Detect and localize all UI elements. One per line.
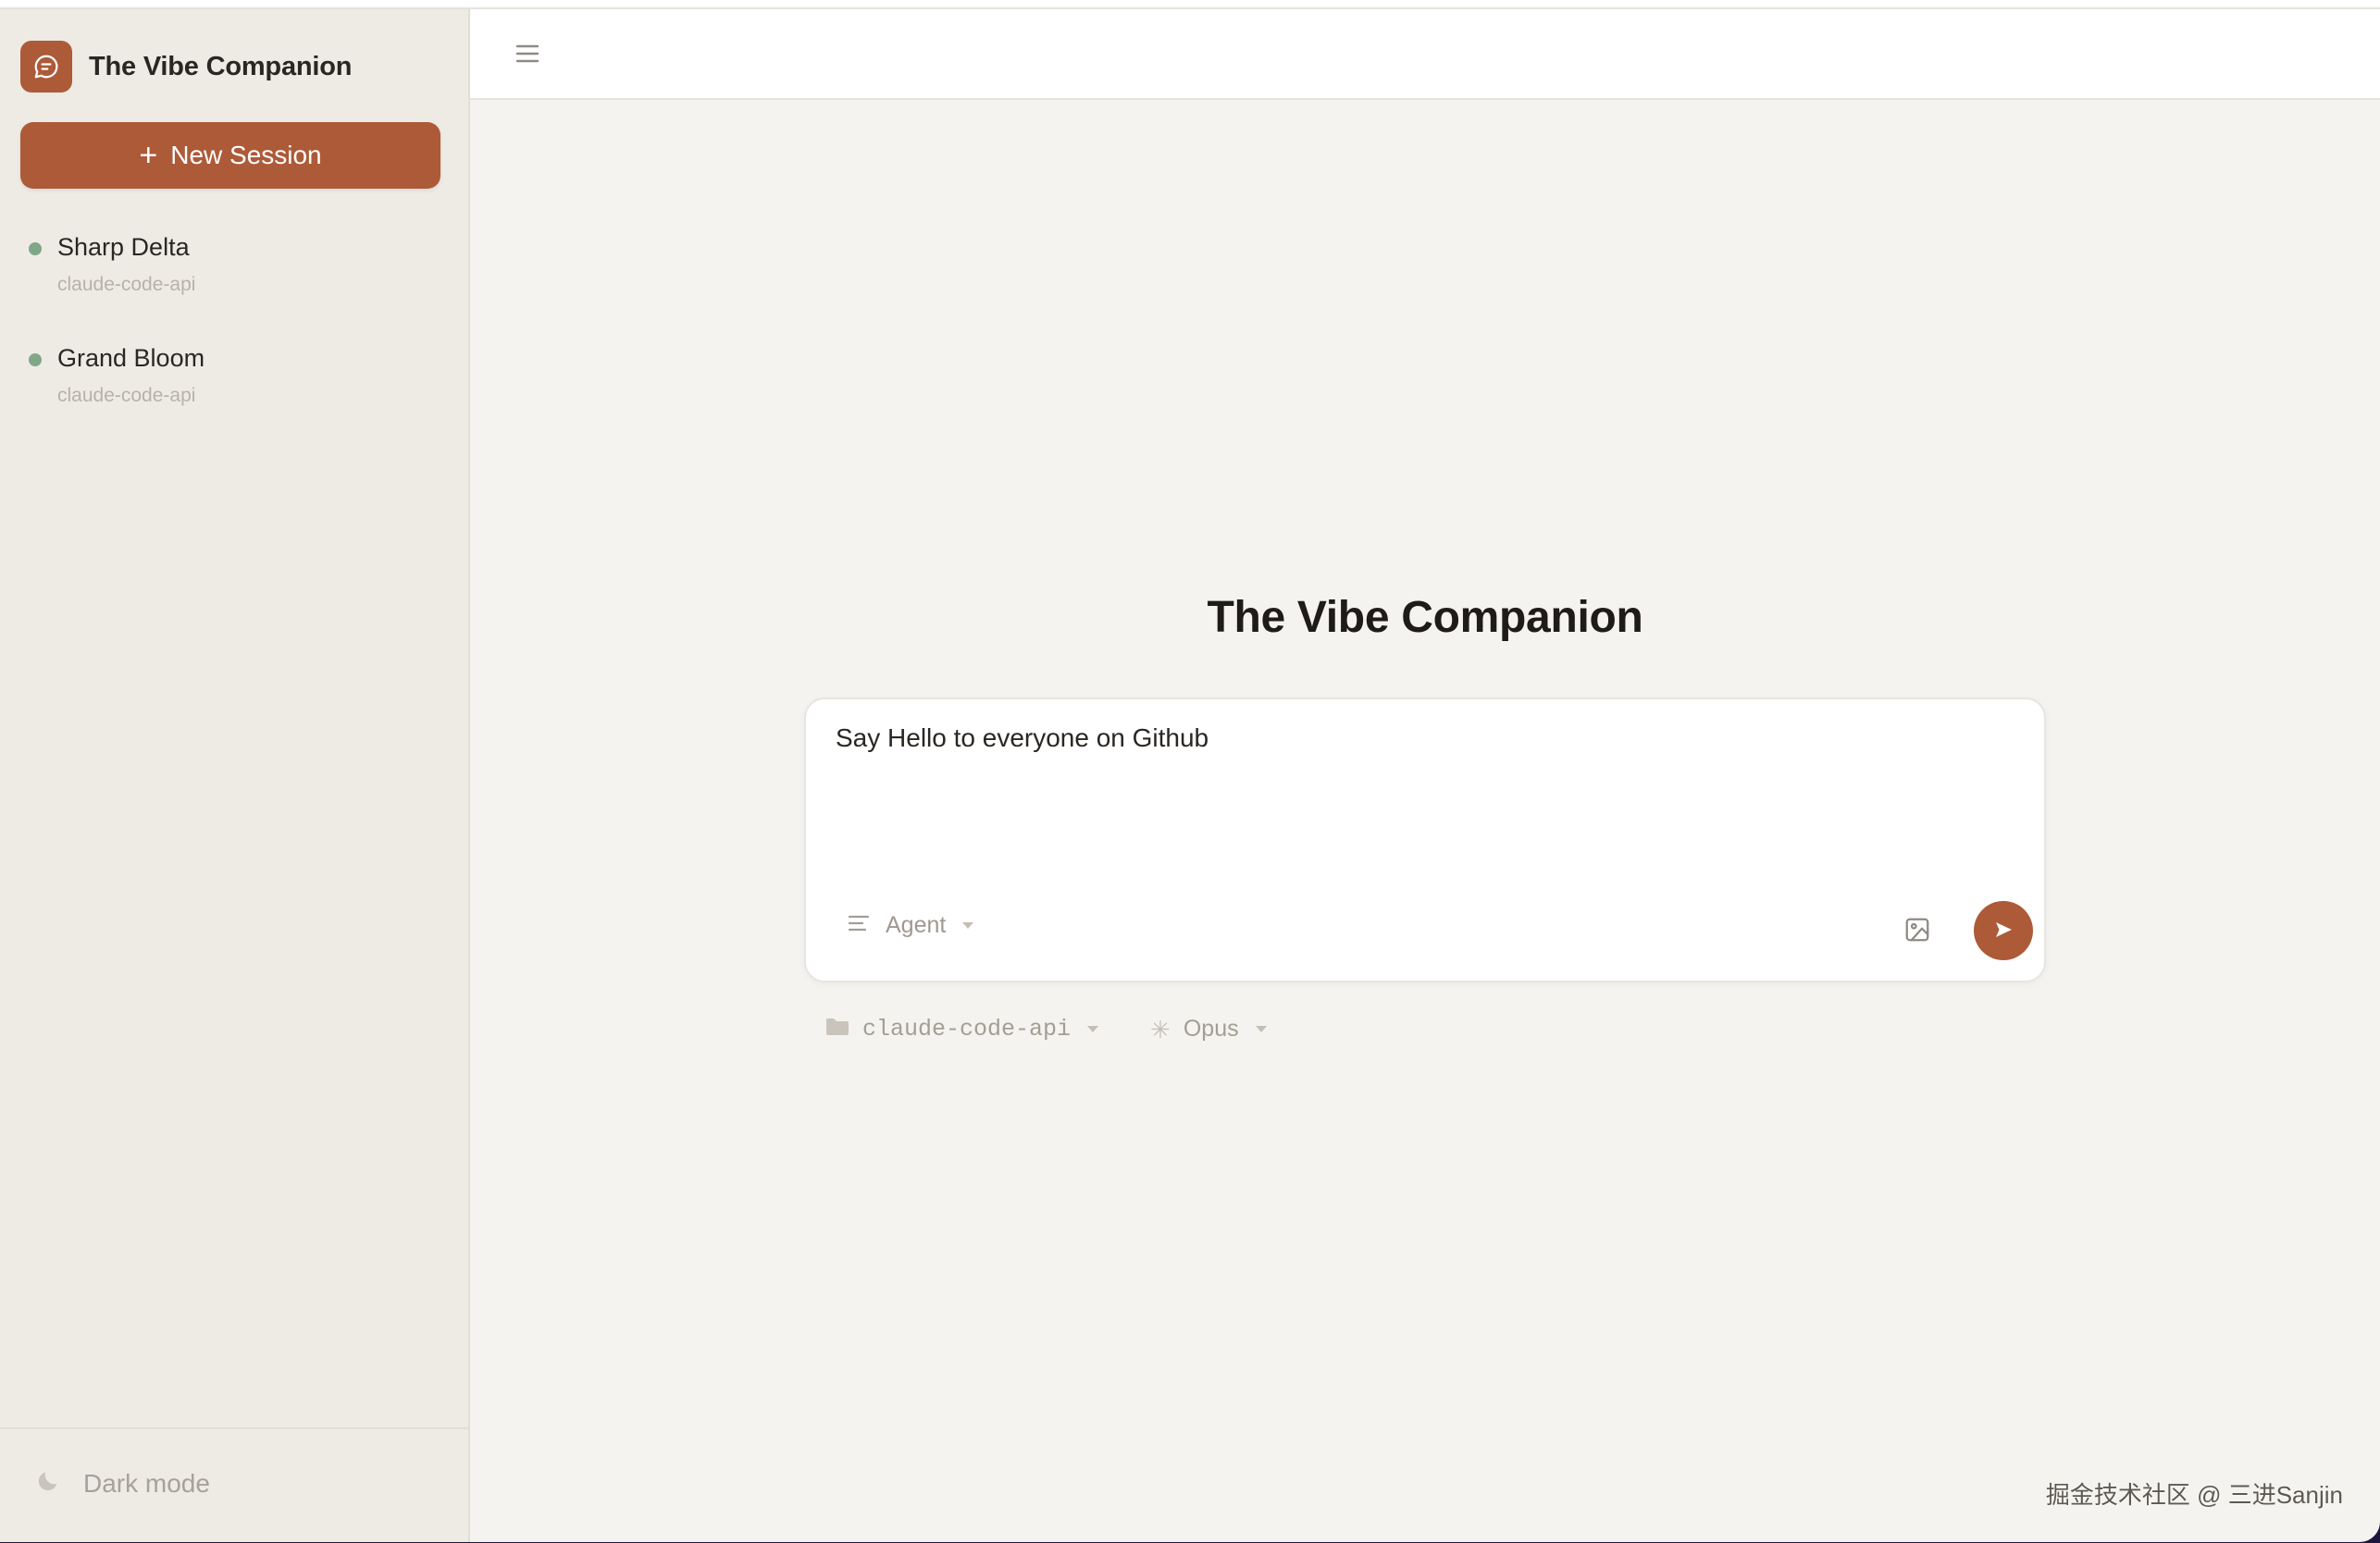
send-button[interactable] (1974, 901, 2033, 960)
session-status-dot (29, 242, 42, 255)
session-name: Grand Bloom (57, 344, 205, 372)
folder-select[interactable]: claude-code-api (825, 1016, 1099, 1043)
session-subtitle: claude-code-api (57, 274, 196, 295)
brand-title: The Vibe Companion (89, 51, 353, 81)
composer-options: claude-code-api ✳ Opus (825, 1016, 1267, 1043)
chevron-down-icon (1255, 1026, 1267, 1032)
session-list: Sharp Delta claude-code-api Grand Bloom … (0, 222, 468, 444)
mode-select[interactable]: Agent (847, 912, 974, 939)
page-title: The Vibe Companion (1207, 593, 1643, 642)
model-select[interactable]: ✳ Opus (1150, 1016, 1267, 1043)
brand: The Vibe Companion (20, 41, 352, 93)
image-upload-icon[interactable] (1903, 916, 1931, 944)
watermark: 掘金技术社区 @ 三进Sanjin (2045, 1481, 2343, 1509)
chevron-down-icon (962, 922, 974, 929)
asterisk-icon: ✳ (1150, 1015, 1171, 1043)
dark-mode-label: Dark mode (83, 1468, 210, 1498)
session-subtitle: claude-code-api (57, 385, 196, 406)
session-status-dot (29, 353, 42, 366)
session-item-sharp-delta[interactable]: Sharp Delta claude-code-api (0, 222, 468, 333)
prompt-input[interactable]: Say Hello to everyone on Github (836, 723, 2011, 862)
main-header (470, 9, 2380, 100)
main-content: The Vibe Companion Say Hello to everyone… (470, 9, 2380, 1542)
session-name: Sharp Delta (57, 233, 190, 261)
dark-mode-toggle[interactable]: Dark mode (35, 1468, 210, 1499)
folder-icon (825, 1017, 849, 1042)
session-item-grand-bloom[interactable]: Grand Bloom claude-code-api (0, 333, 468, 444)
chevron-down-icon (1087, 1026, 1099, 1032)
model-label: Opus (1183, 1016, 1239, 1042)
send-arrow-icon (1992, 919, 2014, 944)
new-session-label: New Session (170, 141, 322, 169)
window-top-strip (0, 0, 2380, 9)
app-window: The Vibe Companion + New Session Sharp D… (0, 9, 2380, 1542)
moon-icon (35, 1468, 61, 1499)
composer: Say Hello to everyone on Github Agent (804, 697, 2046, 982)
new-session-button[interactable]: + New Session (20, 122, 440, 189)
folder-label: claude-code-api (862, 1016, 1072, 1043)
menu-icon[interactable] (514, 43, 540, 65)
lines-icon (847, 913, 871, 938)
mode-label: Agent (886, 912, 947, 938)
chat-bubble-logo-icon (20, 41, 72, 93)
sidebar-footer: Dark mode (0, 1427, 468, 1542)
plus-icon: + (139, 138, 158, 173)
sidebar: The Vibe Companion + New Session Sharp D… (0, 9, 470, 1542)
